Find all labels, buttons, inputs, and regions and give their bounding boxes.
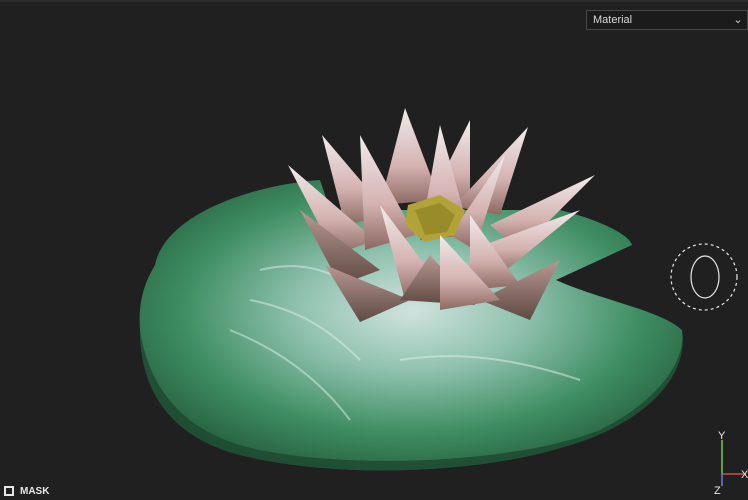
3d-viewport[interactable]: Material ⌄ Y X Z MASK bbox=[0, 0, 748, 500]
shading-mode-value: Material bbox=[593, 14, 633, 26]
axis-x-label: X bbox=[741, 469, 748, 481]
mask-checkbox[interactable] bbox=[4, 486, 14, 496]
lily-model[interactable] bbox=[0, 0, 748, 500]
chevron-down-icon: ⌄ bbox=[733, 14, 743, 26]
axis-orientation-icon: Y X Z bbox=[714, 430, 748, 496]
axis-y-label: Y bbox=[718, 430, 726, 442]
rotate-gizmo-icon[interactable] bbox=[669, 242, 739, 312]
axis-z-label: Z bbox=[714, 485, 721, 496]
mask-label: MASK bbox=[20, 485, 50, 497]
shading-mode-select[interactable]: Material ⌄ bbox=[586, 10, 748, 30]
mask-toggle[interactable]: MASK bbox=[4, 484, 49, 498]
